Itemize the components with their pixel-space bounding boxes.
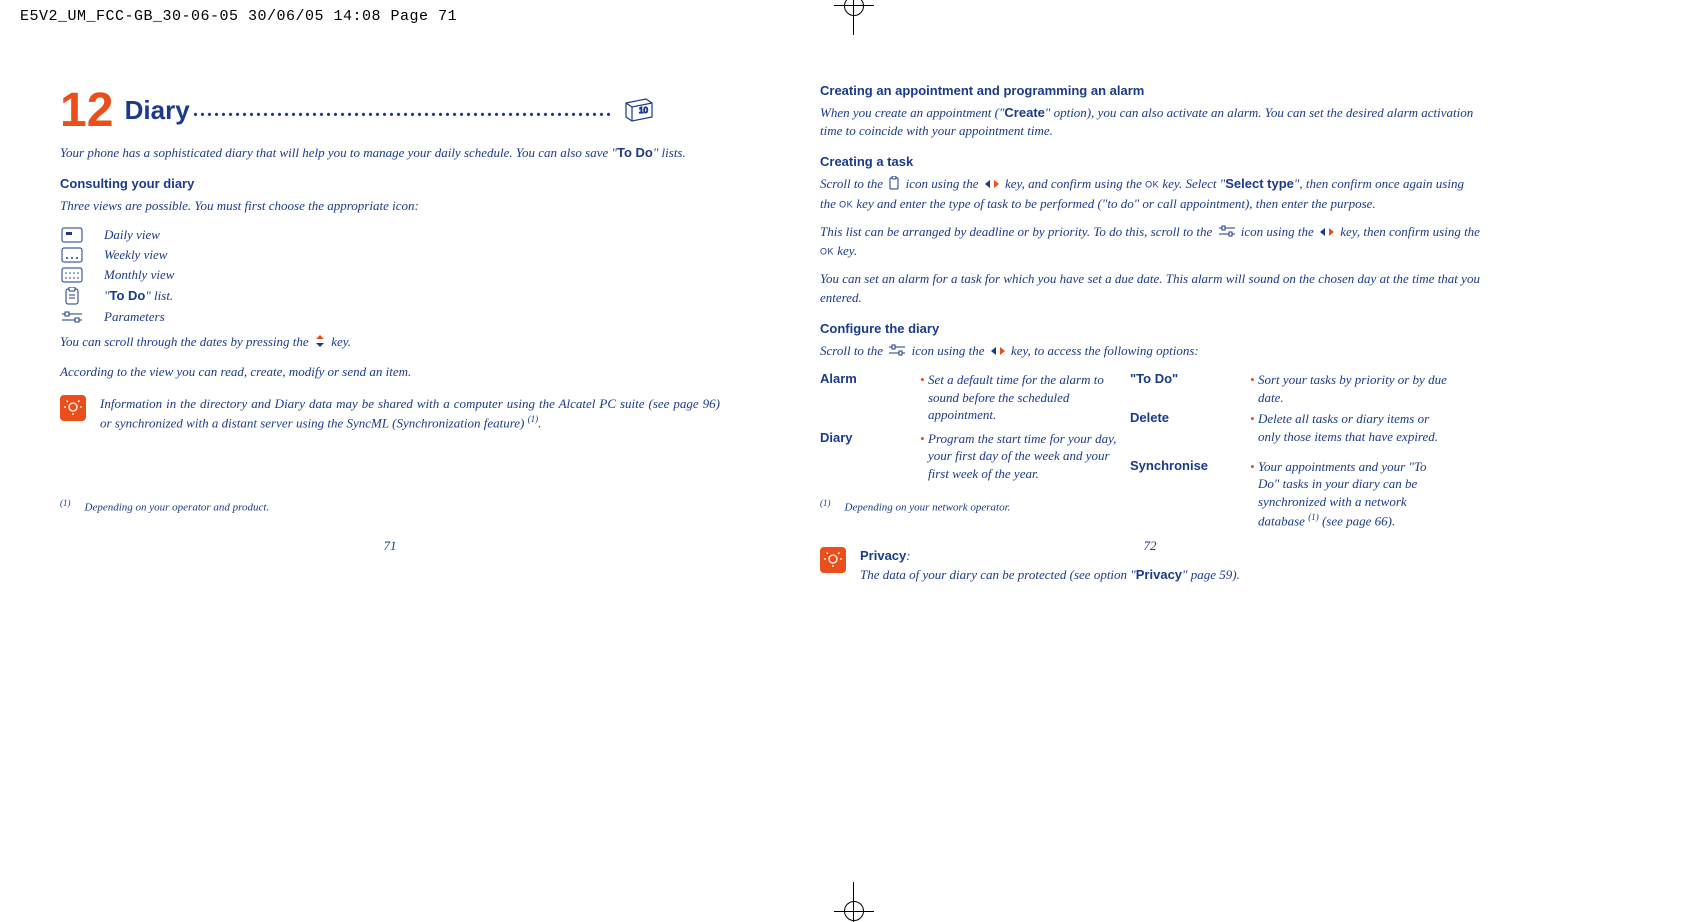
text-bold: To Do xyxy=(617,145,653,160)
page-number: 71 xyxy=(60,538,720,554)
cfg-todo-desc: Sort your tasks by priority or by due da… xyxy=(1250,371,1450,406)
chapter-number: 12 xyxy=(60,83,113,138)
updown-key-icon xyxy=(314,334,326,353)
leader-dots: ........................................… xyxy=(193,99,613,122)
monthly-view-icon xyxy=(60,267,84,283)
subheading-creating-task: Creating a task xyxy=(820,154,1480,169)
cfg-sync-label: Synchronise xyxy=(1130,458,1240,499)
daily-view-icon xyxy=(60,227,84,243)
info-text: Information in the directory and Diary d… xyxy=(100,395,720,433)
todo-list-icon xyxy=(60,287,84,305)
view-weekly: Weekly view xyxy=(60,245,720,265)
view-daily: Daily view xyxy=(60,225,720,245)
sliders-icon xyxy=(1218,224,1236,242)
info-box: Information in the directory and Diary d… xyxy=(60,395,720,433)
cfg-delete-label: Delete xyxy=(1130,410,1240,426)
cfg-todo-label: "To Do" xyxy=(1130,371,1240,406)
footnote: (1)Depending on your operator and produc… xyxy=(60,498,269,514)
label: Weekly view xyxy=(104,247,167,263)
chapter-heading: 12 Diary ...............................… xyxy=(60,83,720,138)
svg-text:10: 10 xyxy=(639,106,648,115)
calendar-icon: 10 xyxy=(622,95,656,127)
create-task-text: Scroll to the icon using the key, and co… xyxy=(820,175,1480,213)
cfg-diary-label: Diary xyxy=(820,430,910,454)
chapter-title: Diary xyxy=(125,95,190,126)
label: Daily view xyxy=(104,227,160,243)
ok-key-icon: OK xyxy=(1145,180,1159,190)
footnote: (1)Depending on your network operator. xyxy=(820,498,1010,514)
cfg-diary-desc: Program the start time for your day, you… xyxy=(920,430,1120,500)
clipboard-icon xyxy=(888,176,900,195)
parameters-icon xyxy=(60,310,84,324)
label: "To Do" list. xyxy=(104,288,173,304)
arrange-list-text: This list can be arranged by deadline or… xyxy=(820,223,1480,260)
page-header-meta: E5V2_UM_FCC-GB_30-06-05 30/06/05 14:08 P… xyxy=(0,0,1708,33)
weekly-view-icon xyxy=(60,247,84,263)
leftright-key-icon xyxy=(1319,224,1335,242)
label: Monthly view xyxy=(104,267,174,283)
sliders-icon xyxy=(888,343,906,361)
lightbulb-icon xyxy=(60,395,86,421)
cfg-alarm-desc: Set a default time for the alarm to soun… xyxy=(920,371,1120,426)
label: Parameters xyxy=(104,309,165,325)
configure-intro: Scroll to the icon using the key, to acc… xyxy=(820,342,1480,361)
create-appt-text: When you create an appointment ("Create"… xyxy=(820,104,1480,140)
text: You can scroll through the dates by pres… xyxy=(60,334,312,349)
view-todo: "To Do" list. xyxy=(60,285,720,307)
ok-key-icon: OK xyxy=(820,247,834,257)
subheading-configure: Configure the diary xyxy=(820,321,1480,336)
intro-text: Your phone has a sophisticated diary tha… xyxy=(60,144,720,162)
subheading-creating-appt: Creating an appointment and programming … xyxy=(820,83,1480,98)
cfg-delete-desc: Delete all tasks or diary items or only … xyxy=(1250,410,1450,454)
scroll-text: You can scroll through the dates by pres… xyxy=(60,333,720,353)
task-alarm-text: You can set an alarm for a task for whic… xyxy=(820,270,1480,306)
text: Your phone has a sophisticated diary tha… xyxy=(60,145,617,160)
view-parameters: Parameters xyxy=(60,307,720,327)
view-monthly: Monthly view xyxy=(60,265,720,285)
ok-key-icon: OK xyxy=(839,200,853,210)
leftright-key-icon xyxy=(984,176,1000,194)
view-list: Daily view Weekly view Monthly view "To … xyxy=(60,225,720,327)
according-text: According to the view you can read, crea… xyxy=(60,363,720,381)
three-views-text: Three views are possible. You must first… xyxy=(60,197,720,215)
cfg-alarm-label: Alarm xyxy=(820,371,910,406)
page-left: 12 Diary ...............................… xyxy=(60,83,720,584)
text: key. xyxy=(328,334,351,349)
text: " lists. xyxy=(653,145,686,160)
subheading-consulting: Consulting your diary xyxy=(60,176,720,191)
leftright-key-icon xyxy=(990,343,1006,361)
page-right: Creating an appointment and programming … xyxy=(820,83,1480,584)
page-number: 72 xyxy=(820,538,1480,554)
cfg-sync-desc: Your appointments and your "To Do" tasks… xyxy=(1250,458,1450,530)
